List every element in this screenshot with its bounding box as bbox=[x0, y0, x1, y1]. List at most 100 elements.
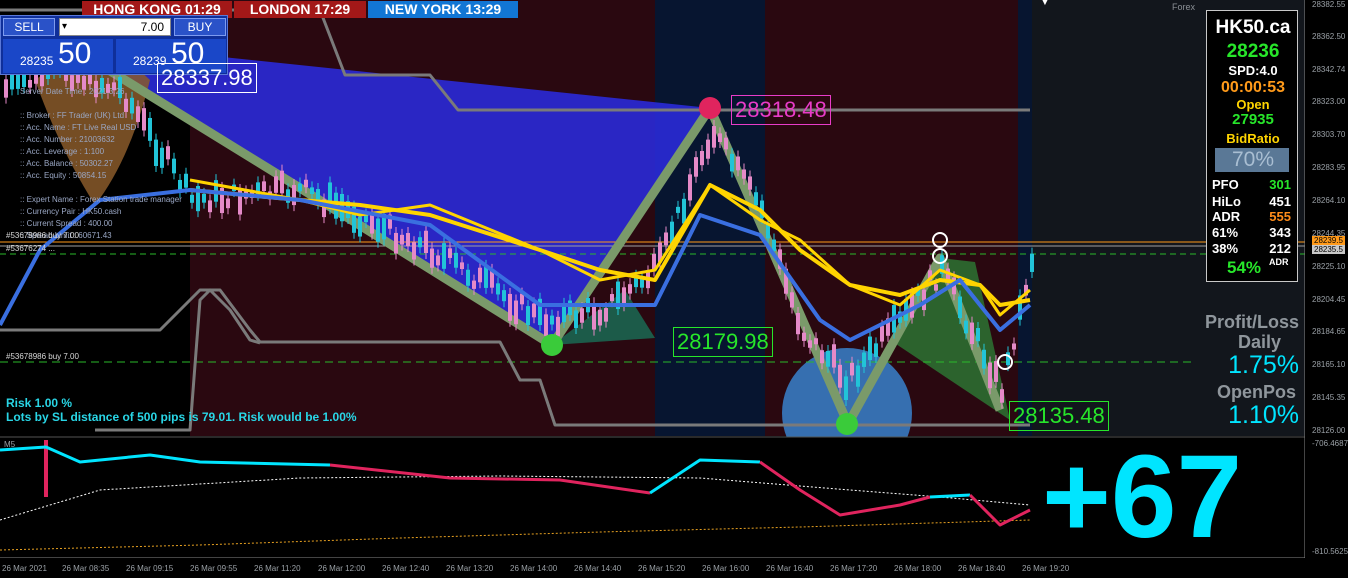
buy-button[interactable]: BUY bbox=[174, 18, 226, 36]
price-tick: 28303.70 bbox=[1312, 130, 1346, 139]
price-tick: 28165.10 bbox=[1312, 360, 1346, 369]
adr-sub-label: ADR bbox=[1269, 257, 1289, 267]
price-tick: 28323.00 bbox=[1312, 97, 1346, 106]
price-tick: 28362.50 bbox=[1312, 32, 1346, 41]
candle bbox=[472, 280, 476, 289]
candle bbox=[868, 336, 872, 361]
candle bbox=[274, 176, 278, 193]
sell-button[interactable]: SELL bbox=[3, 18, 55, 36]
daily-profit-value: 1.75% bbox=[1228, 351, 1299, 379]
price-tick: 28382.55 bbox=[1312, 0, 1346, 9]
candle bbox=[358, 216, 362, 237]
hilo-value: 451 bbox=[1269, 194, 1291, 209]
mid-low-price-label: 28179.98 bbox=[673, 327, 773, 357]
time-tick: 26 Mar 12:40 bbox=[382, 564, 430, 573]
time-tick: 26 Mar 14:40 bbox=[574, 564, 622, 573]
symbol-name: HK50.ca bbox=[1215, 17, 1291, 38]
candle bbox=[772, 239, 776, 252]
bidratio-value: 70% bbox=[1231, 148, 1275, 171]
candle bbox=[676, 206, 680, 213]
ask-price-tag: 28239.5 bbox=[1312, 236, 1345, 245]
candle bbox=[394, 232, 398, 254]
candle bbox=[700, 150, 704, 166]
time-tick: 26 Mar 08:35 bbox=[62, 564, 110, 573]
candle bbox=[154, 139, 158, 166]
candle bbox=[688, 174, 692, 201]
candle bbox=[1030, 253, 1034, 272]
lot-stepper-icon[interactable]: ▾ bbox=[62, 19, 67, 35]
sell-price-small: 28235 bbox=[20, 54, 54, 68]
candle bbox=[172, 158, 176, 174]
candle bbox=[190, 194, 194, 203]
open-label: Open bbox=[1236, 97, 1270, 112]
candle bbox=[418, 237, 422, 248]
order-line-label-1: #53678986 buy 7.00 bbox=[6, 231, 79, 240]
candle bbox=[712, 126, 716, 148]
candle bbox=[130, 97, 134, 114]
candle bbox=[370, 213, 374, 234]
candle bbox=[826, 350, 830, 367]
swing-low-dot bbox=[836, 413, 858, 435]
candle bbox=[406, 233, 410, 246]
forex-label: Forex bbox=[1172, 2, 1196, 12]
chart-shift-marker-icon: ▼ bbox=[1040, 0, 1050, 8]
candle bbox=[400, 234, 404, 245]
candle bbox=[526, 306, 530, 326]
candle bbox=[706, 139, 710, 159]
candle bbox=[166, 146, 170, 160]
bid-price-tag: 28235.5 bbox=[1312, 245, 1345, 254]
candle bbox=[10, 73, 14, 90]
bar-timer: 00:00:53 bbox=[1220, 79, 1286, 96]
account-name-info: :: Acc. Name : FT Live Real USD bbox=[20, 123, 137, 132]
lot-value: 7.00 bbox=[140, 20, 164, 34]
candle bbox=[148, 117, 152, 141]
candle bbox=[790, 292, 794, 308]
indicator-tick: -706.4687 bbox=[1312, 439, 1348, 448]
open-value: 27935 bbox=[1232, 111, 1274, 128]
price-tick: 28225.10 bbox=[1312, 262, 1346, 271]
candle bbox=[454, 252, 458, 268]
candle bbox=[412, 242, 416, 260]
spread-info: :: Current Spread : 400.00 bbox=[20, 219, 113, 228]
adr-label: ADR bbox=[1212, 209, 1241, 224]
candle bbox=[532, 303, 536, 318]
candle bbox=[430, 248, 434, 268]
time-tick: 26 Mar 17:20 bbox=[830, 564, 878, 573]
candle bbox=[598, 309, 602, 326]
candle bbox=[424, 230, 428, 254]
openpos-value: 1.10% bbox=[1228, 401, 1299, 429]
indicator-main-line bbox=[929, 493, 971, 499]
currency-pair-info: :: Currency Pair : HK50.cash bbox=[20, 207, 122, 216]
candle bbox=[202, 193, 206, 203]
time-tick: 26 Mar 12:00 bbox=[318, 564, 366, 573]
pfo-label: PFO bbox=[1212, 177, 1239, 192]
order-line-label-2: #53676274 ... bbox=[6, 244, 55, 253]
low-price-label: 28135.48 bbox=[1009, 401, 1109, 431]
indicator-tick: -810.5625 bbox=[1312, 547, 1348, 556]
candle bbox=[832, 344, 836, 368]
candle bbox=[592, 303, 596, 330]
daily-label: Daily bbox=[1237, 332, 1281, 352]
price-tick: 28264.10 bbox=[1312, 196, 1346, 205]
candle bbox=[736, 156, 740, 171]
adr-percent: 54% bbox=[1227, 258, 1262, 277]
candle bbox=[718, 133, 722, 143]
candle bbox=[970, 322, 974, 345]
lot-size-input[interactable]: ▾ 7.00 bbox=[59, 18, 171, 36]
price-tick: 28145.35 bbox=[1312, 393, 1346, 402]
candle bbox=[280, 170, 284, 194]
candle bbox=[742, 169, 746, 179]
candle bbox=[820, 350, 824, 364]
candle bbox=[874, 343, 878, 357]
time-tick: 26 Mar 19:20 bbox=[1022, 564, 1070, 573]
sell-price-box[interactable]: 28235 50 bbox=[3, 37, 113, 73]
candle bbox=[766, 224, 770, 239]
candle bbox=[574, 310, 578, 328]
pfo-value: 301 bbox=[1269, 177, 1291, 192]
candle bbox=[478, 267, 482, 283]
candle bbox=[748, 176, 752, 190]
candle bbox=[466, 269, 470, 286]
candle bbox=[976, 328, 980, 342]
candle bbox=[796, 312, 800, 335]
candle bbox=[862, 352, 866, 367]
